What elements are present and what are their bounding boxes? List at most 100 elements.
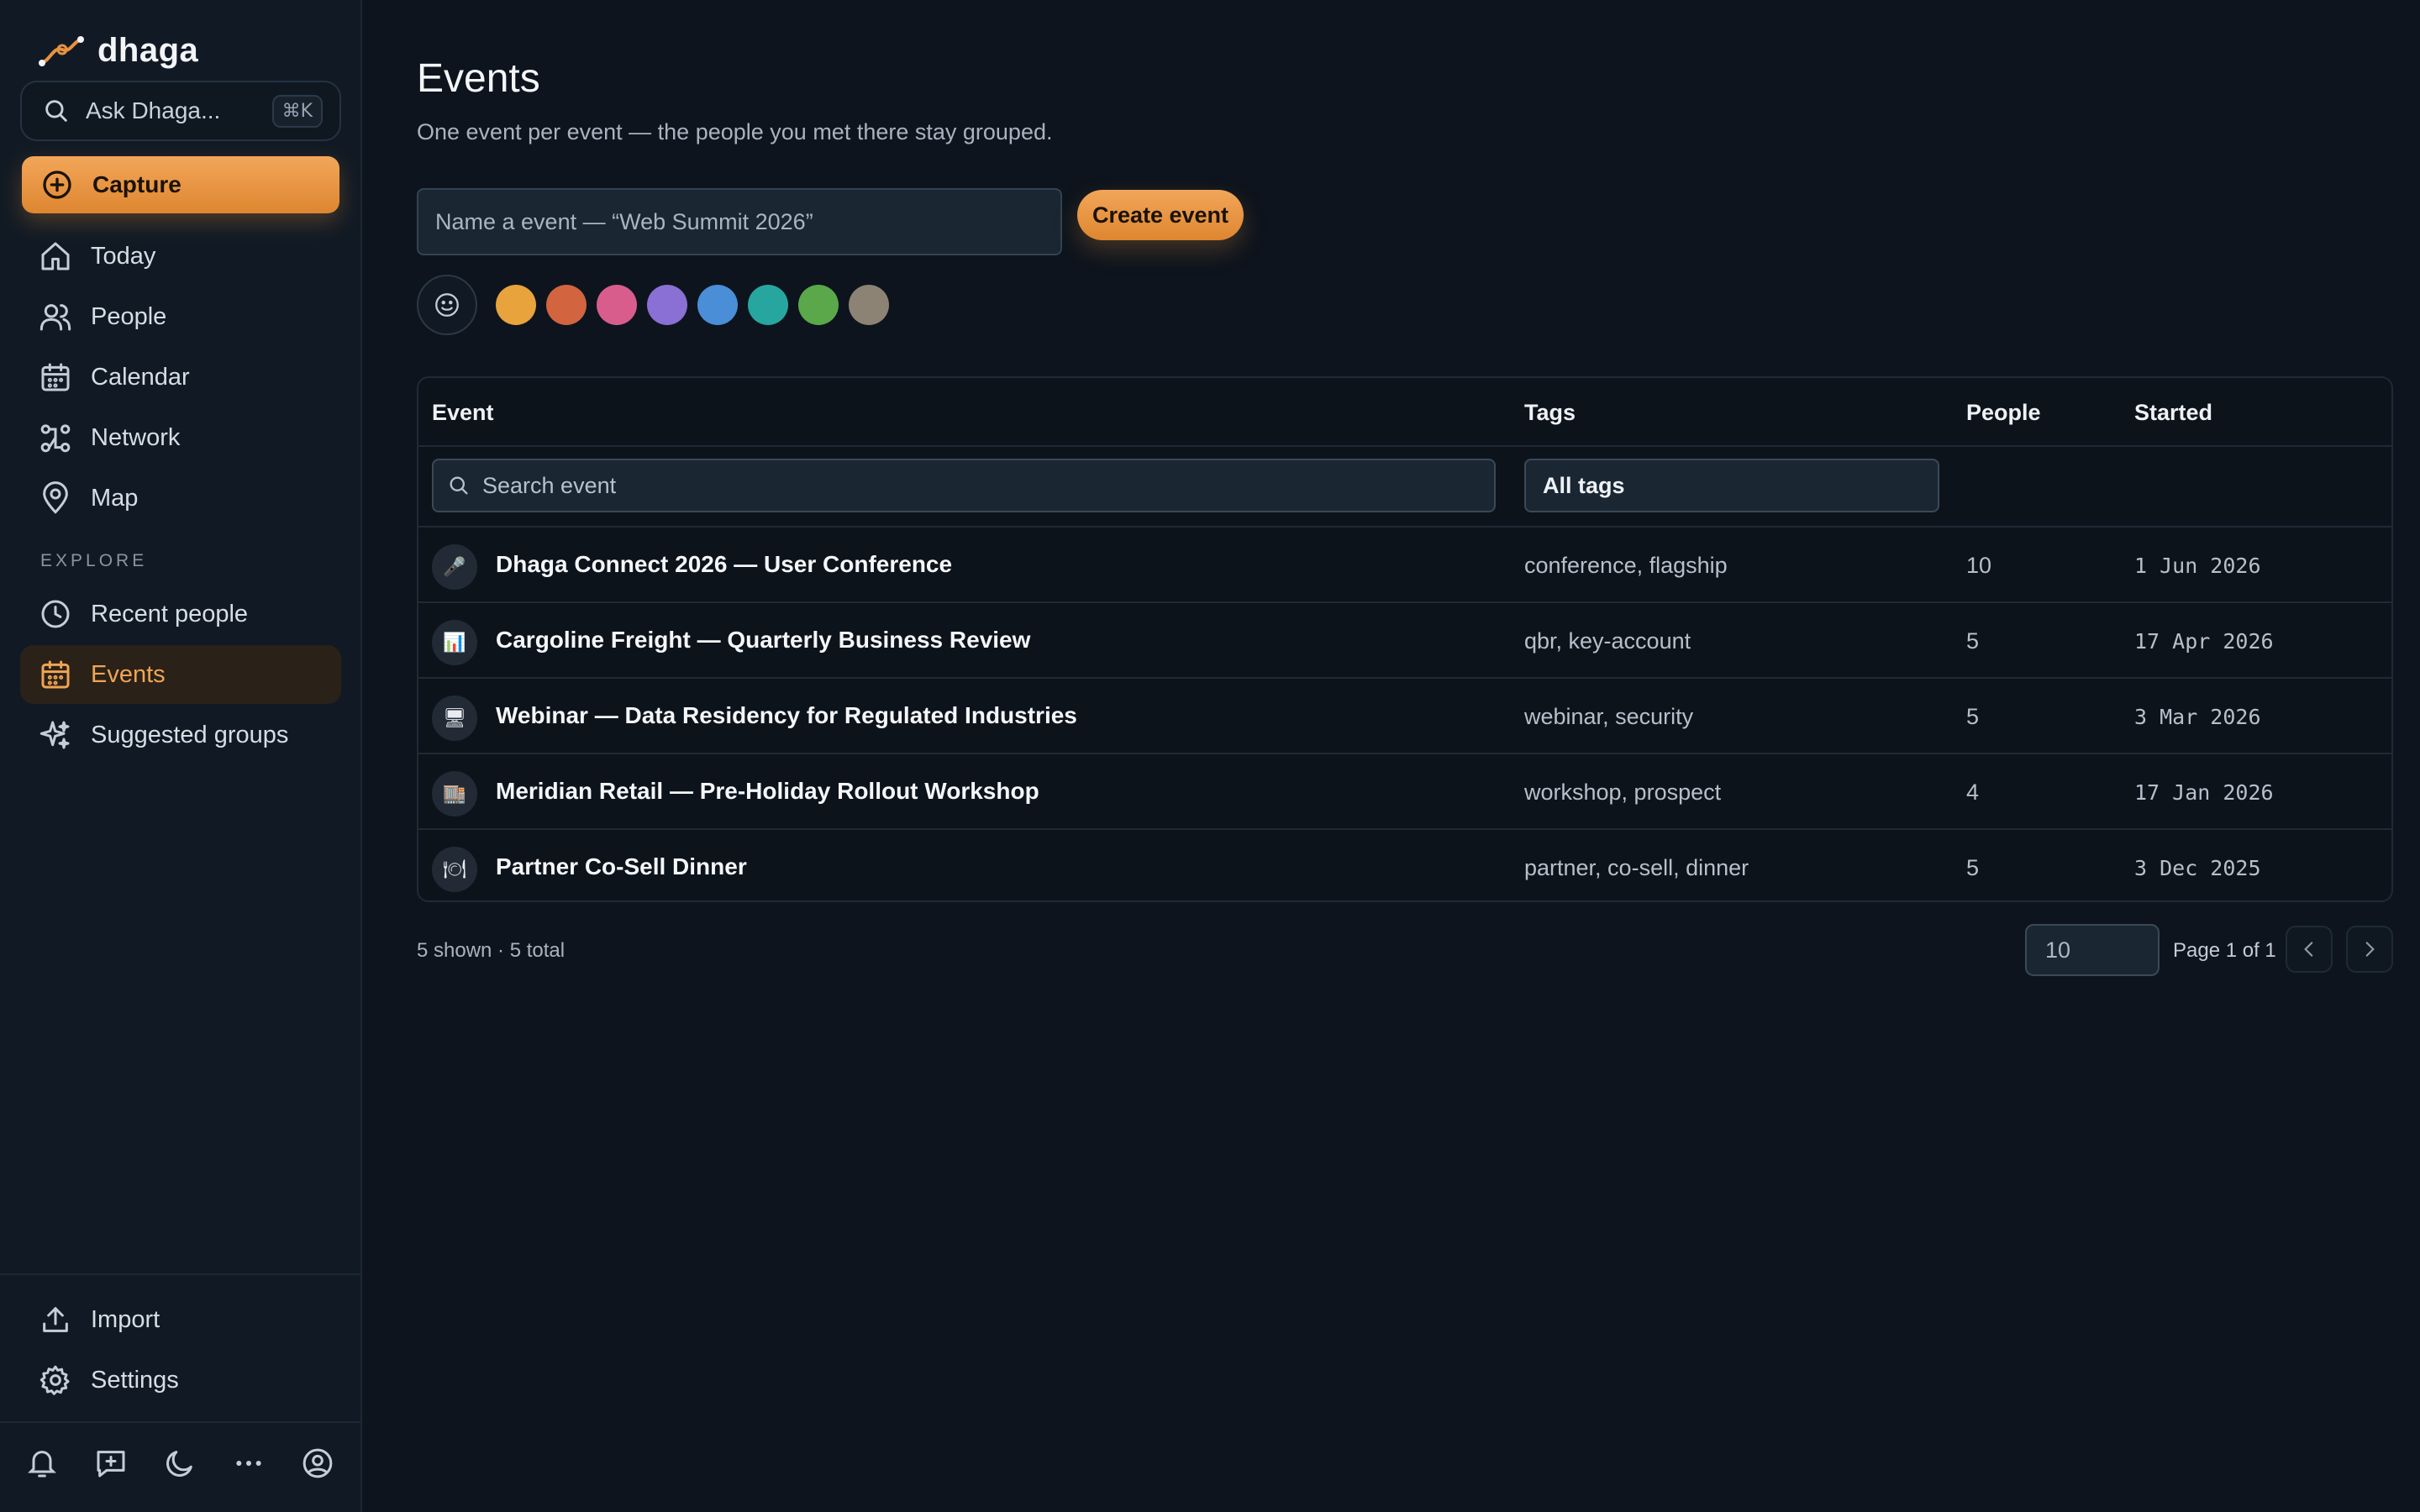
ask-search[interactable]: Ask Dhaga... ⌘K [20,81,341,141]
events-table: Event Tags People Started Search event A… [417,376,2393,902]
sidebar-item-recent-people[interactable]: Recent people [20,585,341,643]
page-subtitle: One event per event — the people you met… [417,119,1053,144]
bell-icon[interactable] [25,1446,59,1480]
color-swatch[interactable] [647,285,687,325]
event-tags: workshop, prospect [1524,780,1722,805]
ask-label: Ask Dhaga... [86,97,221,123]
logo-icon [39,35,84,66]
sidebar-divider [0,1421,362,1423]
color-swatch[interactable] [748,285,788,325]
sidebar: dhaga Ask Dhaga... ⌘K Capture Today Peop… [0,0,362,1512]
map-pin-icon [43,481,68,514]
sidebar-item-people[interactable]: People [20,287,341,346]
event-emoji-icon: 🎤 [432,544,477,590]
column-header-started[interactable]: Started [2134,400,2212,426]
event-start-date: 17 Jan 2026 [2134,780,2274,805]
event-name[interactable]: Partner Co-Sell Dinner [496,853,747,880]
home-icon [41,242,70,270]
column-header-people[interactable]: People [1966,400,2041,426]
event-people-count: 10 [1966,553,1992,578]
color-swatch[interactable] [597,285,637,325]
sidebar-item-label: Network [91,423,181,451]
event-name[interactable]: Dhaga Connect 2026 — User Conference [496,551,952,578]
calendar-icon [41,660,70,689]
event-people-count: 4 [1966,780,1980,805]
event-search-input[interactable]: Search event [432,459,1496,512]
sidebar-item-label: Settings [91,1366,179,1394]
sidebar-item-label: People [91,302,167,330]
column-header-event[interactable]: Event [432,400,494,426]
event-people-count: 5 [1966,628,1980,654]
shortcut-badge: ⌘K [271,94,323,128]
page-size-input[interactable]: 10 [2025,924,2160,976]
event-tags: qbr, key-account [1524,628,1691,654]
chevron-left-icon [2304,942,2313,957]
moon-icon[interactable] [163,1446,197,1480]
sidebar-divider [0,1273,362,1275]
page-indicator: Page 1 of 1 [2173,939,2276,962]
event-emoji-icon: 📊 [432,620,477,665]
table-row[interactable]: 🖥 Webinar — Data Residency for Regulated … [418,679,2391,753]
sidebar-item-today[interactable]: Today [20,227,341,286]
event-name[interactable]: Meridian Retail — Pre-Holiday Rollout Wo… [496,778,1039,805]
event-name[interactable]: Webinar — Data Residency for Regulated I… [496,702,1077,729]
smiley-icon [435,293,459,317]
event-tags: webinar, security [1524,704,1694,729]
color-swatch[interactable] [546,285,587,325]
sidebar-item-label: Events [91,660,166,688]
sidebar-item-events[interactable]: Events [20,645,341,704]
sidebar-item-map[interactable]: Map [20,469,341,528]
table-row[interactable]: 🍽 Partner Co-Sell Dinner partner, co-sell,… [418,830,2391,900]
create-event-button[interactable]: Create event [1077,190,1244,240]
main-content: Events One event per event — the people … [417,0,2393,1512]
color-swatch[interactable] [849,285,889,325]
sidebar-item-label: Today [91,242,156,270]
message-plus-icon[interactable] [94,1446,128,1480]
color-swatch[interactable] [496,285,536,325]
sidebar-item-calendar[interactable]: Calendar [20,348,341,407]
emoji-picker-button[interactable] [417,275,477,335]
upload-icon [43,1307,68,1332]
result-count: 5 shown · 5 total [417,939,566,962]
event-emoji-icon: 🖥 [432,696,477,741]
table-row[interactable]: 📊 Cargoline Freight — Quarterly Business … [418,603,2391,677]
search-icon [45,100,67,122]
event-emoji-icon: 🍽 [432,847,477,892]
sidebar-item-label: Recent people [91,600,249,627]
sidebar-item-label: Suggested groups [91,721,289,748]
color-swatch[interactable] [697,285,738,325]
table-row[interactable]: 🏬 Meridian Retail — Pre-Holiday Rollout W… [418,754,2391,828]
column-header-tags[interactable]: Tags [1524,400,1576,426]
logo[interactable]: dhaga [39,32,198,70]
capture-label: Capture [92,171,182,197]
network-icon [40,424,71,453]
page-title: Events [417,56,540,101]
app-root: dhaga Ask Dhaga... ⌘K Capture Today Peop… [0,0,2420,1512]
color-swatch[interactable] [798,285,839,325]
color-swatches [496,285,889,325]
more-icon[interactable] [232,1446,266,1480]
event-name[interactable]: Cargoline Freight — Quarterly Business R… [496,627,1030,654]
gear-icon [39,1365,70,1395]
sidebar-item-settings[interactable]: Settings [20,1351,341,1410]
sidebar-item-network[interactable]: Network [20,408,341,467]
section-label-explore: EXPLORE [40,551,148,570]
sidebar-item-import[interactable]: Import [20,1290,341,1349]
plus-circle-icon [43,171,71,199]
event-name-input[interactable] [417,188,1062,255]
sidebar-item-label: Map [91,484,139,512]
sidebar-footer [25,1446,334,1480]
event-start-date: 17 Apr 2026 [2134,629,2274,654]
event-people-count: 5 [1966,855,1980,880]
tags-filter-select[interactable]: All tags [1524,459,1939,512]
table-row[interactable]: 🎤 Dhaga Connect 2026 — User Conference con… [418,528,2391,601]
sidebar-item-label: Import [91,1305,160,1333]
event-people-count: 5 [1966,704,1980,729]
capture-button[interactable]: Capture [22,156,339,213]
previous-page-button[interactable] [2286,926,2333,973]
event-start-date: 1 Jun 2026 [2134,554,2261,578]
account-icon[interactable] [301,1446,334,1480]
next-page-button[interactable] [2346,926,2393,973]
search-icon [450,476,468,495]
sidebar-item-suggested-groups[interactable]: Suggested groups [20,706,341,764]
